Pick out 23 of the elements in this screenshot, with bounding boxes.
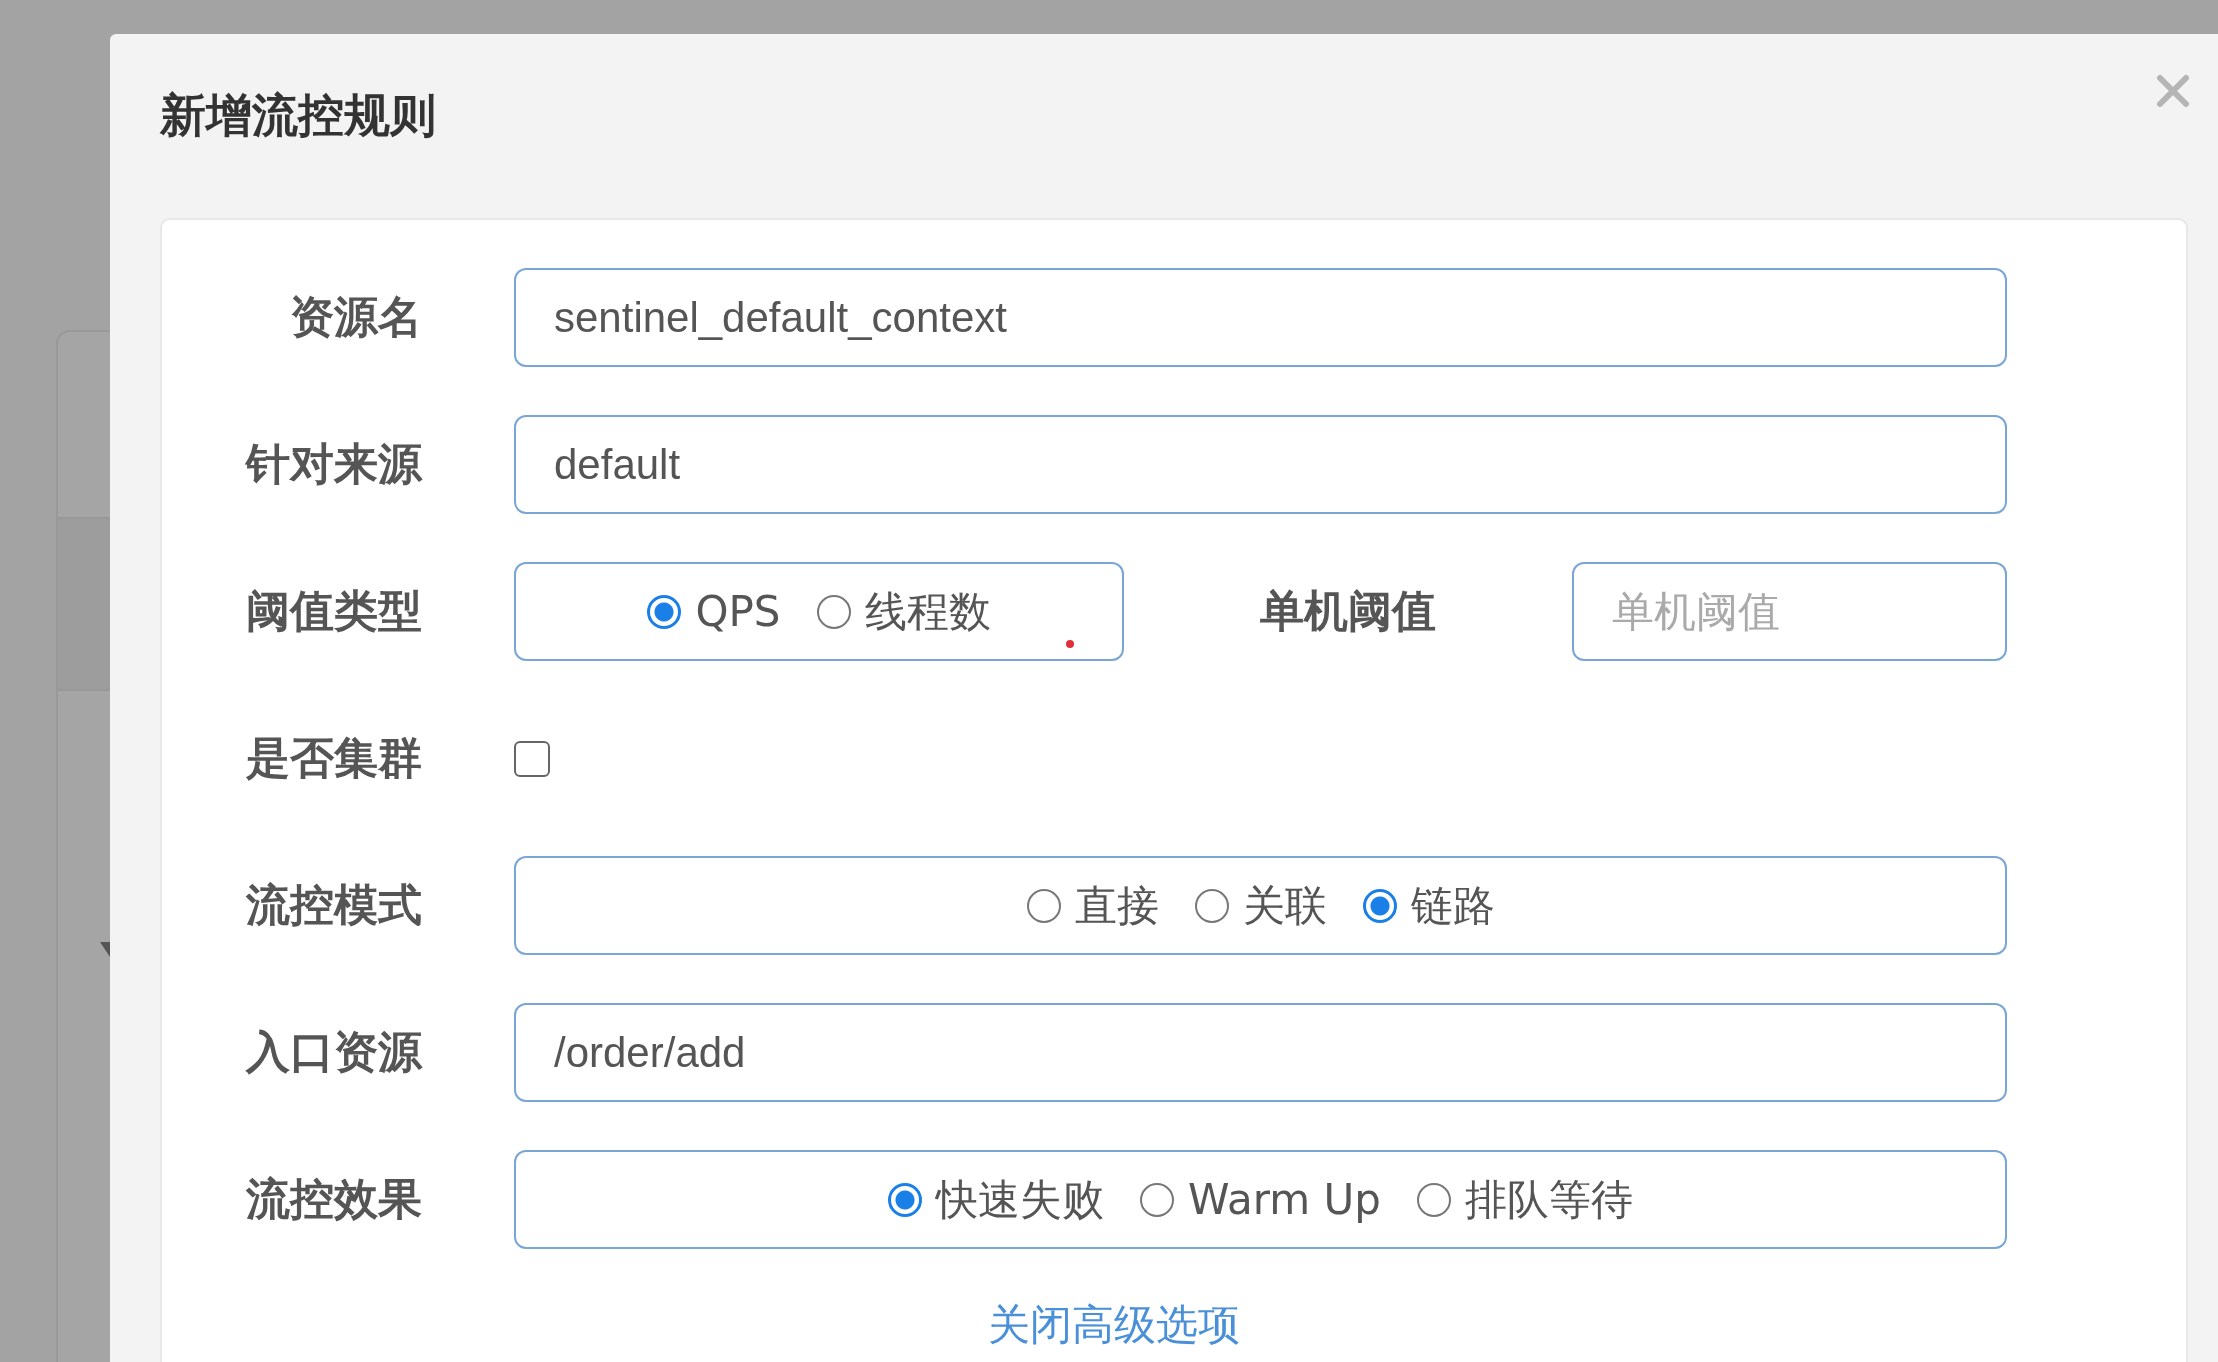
field-label: 是否集群: [245, 731, 422, 785]
dot-marker: [1066, 640, 1074, 648]
field-label: 资源名: [289, 290, 422, 344]
radio-option[interactable]: 直接: [1026, 877, 1159, 934]
checkbox[interactable]: [514, 740, 550, 777]
radio-option[interactable]: 排队等待: [1416, 1171, 1633, 1228]
input-field[interactable]: 单机阈值: [1572, 562, 2007, 661]
radio-option[interactable]: 链路: [1362, 877, 1495, 934]
field-label: 流控模式: [245, 878, 422, 932]
radio-option[interactable]: Warm Up: [1140, 1175, 1381, 1224]
dialog-title: 新增流控规则: [160, 87, 436, 144]
input-field[interactable]: sentinel_default_context: [514, 268, 2007, 367]
field-label: 流控效果: [245, 1172, 422, 1226]
field-label: 入口资源: [244, 1025, 422, 1079]
radio-option[interactable]: 线程数: [816, 583, 991, 640]
radio-option[interactable]: QPS: [647, 587, 781, 636]
input-field[interactable]: /order/add: [514, 1003, 2007, 1102]
radio-option[interactable]: 关联: [1194, 877, 1327, 934]
field-label: 单机阈值: [1259, 584, 1437, 638]
field-label: 针对来源: [244, 437, 422, 491]
radio-option[interactable]: 快速失败: [888, 1171, 1105, 1228]
input-field[interactable]: default: [514, 415, 2007, 514]
field-label: 阈值类型: [245, 584, 422, 638]
